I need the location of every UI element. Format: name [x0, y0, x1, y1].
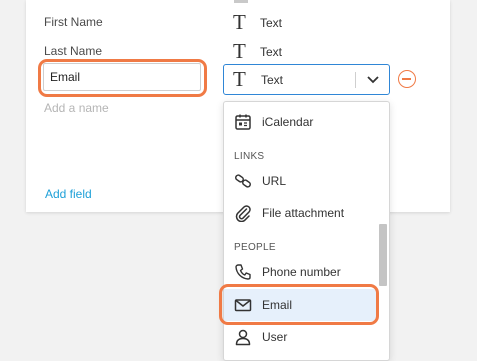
dropdown-item-label: URL — [262, 174, 287, 188]
dropdown-item-label: User — [262, 330, 288, 344]
remove-field-button[interactable] — [398, 70, 416, 88]
chevron-down-icon[interactable] — [366, 74, 380, 86]
dropdown-item-label: Phone number — [262, 265, 341, 279]
dropdown-item-file-attachment[interactable]: File attachment — [224, 197, 376, 229]
dropdown-item-user[interactable]: User — [224, 321, 376, 353]
field-type-dropdown[interactable]: iCalendar LINKS URL File attachment PEOP… — [223, 101, 390, 361]
dropdown-item-url[interactable]: URL — [224, 165, 376, 197]
section-header-people: PEOPLE — [234, 242, 276, 253]
dropdown-item-label: iCalendar — [262, 115, 314, 129]
envelope-icon — [234, 299, 252, 312]
text-type-icon: T — [233, 67, 246, 91]
field-name-last-name[interactable]: Last Name — [44, 44, 102, 58]
phone-icon — [235, 264, 251, 280]
text-type-icon: T — [233, 39, 246, 63]
add-field-link[interactable]: Add field — [45, 187, 92, 201]
name-input-highlight — [38, 59, 207, 97]
add-name-placeholder[interactable]: Add a name — [44, 101, 109, 115]
section-header-links: LINKS — [234, 151, 265, 162]
dropdown-item-label: File attachment — [262, 206, 345, 220]
text-type-icon: T — [233, 10, 246, 34]
field-type-select[interactable]: T Text — [223, 64, 390, 95]
dropdown-scrollbar-thumb[interactable] — [379, 224, 387, 286]
field-name-first-name[interactable]: First Name — [44, 15, 103, 29]
link-icon — [235, 174, 251, 188]
paperclip-icon — [235, 205, 251, 222]
dropdown-item-label: Email — [262, 298, 293, 312]
calendar-icon — [235, 114, 251, 130]
dropdown-item-phone-number[interactable]: Phone number — [224, 256, 376, 288]
field-type-label[interactable]: Text — [260, 45, 282, 59]
dropdown-item-email[interactable]: Email — [224, 289, 376, 321]
select-divider — [355, 72, 356, 88]
field-type-select-value: Text — [261, 73, 284, 87]
partial-row-icon — [234, 0, 248, 3]
dropdown-item-icalendar[interactable]: iCalendar — [224, 106, 376, 138]
user-icon — [235, 329, 251, 346]
field-type-label[interactable]: Text — [260, 16, 282, 30]
dropdown-scrollbar[interactable] — [379, 106, 387, 356]
